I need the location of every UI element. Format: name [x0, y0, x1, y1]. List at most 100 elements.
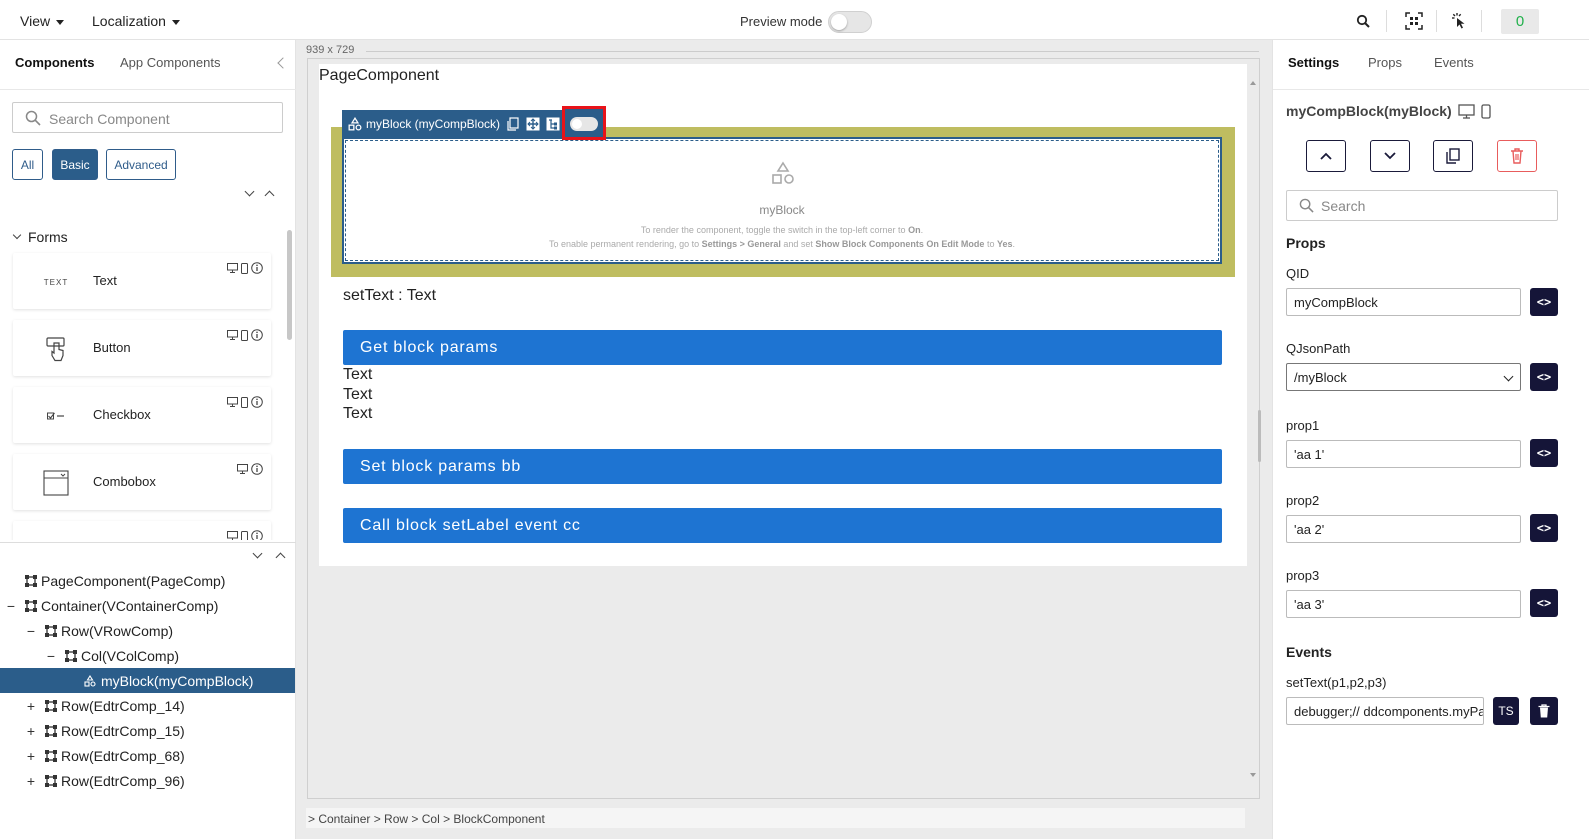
- tree-toggle[interactable]: +: [26, 723, 36, 739]
- ts-button[interactable]: TS: [1493, 697, 1519, 725]
- qr-scan-icon[interactable]: [1405, 12, 1423, 30]
- tree-toggle[interactable]: +: [26, 698, 36, 714]
- tree-node[interactable]: PageComponent(PageComp): [0, 568, 295, 593]
- panel-resize-handle[interactable]: [1258, 410, 1261, 462]
- scrollbar-thumb[interactable]: [287, 230, 292, 340]
- component-card-text[interactable]: TEXT Text: [13, 253, 271, 309]
- render-block-toggle[interactable]: [562, 106, 606, 140]
- tree-expand-all-icon[interactable]: [252, 548, 263, 559]
- component-search-input[interactable]: Search Component: [12, 102, 283, 133]
- text-output: Text: [343, 366, 373, 383]
- qid-input[interactable]: myCompBlock: [1286, 288, 1521, 316]
- prop3-code-button[interactable]: <>: [1530, 589, 1558, 617]
- tree-node[interactable]: + Row(EdtrComp_68): [0, 743, 295, 768]
- tree-toggle[interactable]: −: [26, 623, 36, 639]
- tree-toggle[interactable]: −: [6, 598, 16, 614]
- tree-node[interactable]: − Row(VRowComp): [0, 618, 295, 643]
- tree-node-label: PageComponent(PageComp): [41, 572, 226, 589]
- info-icon[interactable]: [251, 262, 263, 274]
- event-handler-input[interactable]: debugger;// ddcomponents.myPa: [1286, 697, 1484, 725]
- top-bar: View Localization Preview mode 0: [0, 0, 1589, 40]
- info-icon[interactable]: [251, 530, 263, 540]
- filter-all-button[interactable]: All: [12, 149, 43, 180]
- tab-events[interactable]: Events: [1434, 55, 1474, 70]
- get-block-params-button[interactable]: Get block params: [343, 330, 1222, 365]
- hint-strong: Settings > General: [701, 239, 781, 249]
- tab-app-components[interactable]: App Components: [120, 55, 220, 70]
- search-icon[interactable]: [1354, 12, 1372, 30]
- set-block-params-button[interactable]: Set block params bb: [343, 449, 1222, 484]
- caret-down-icon: [56, 19, 65, 25]
- qid-code-button[interactable]: <>: [1530, 288, 1558, 316]
- delete-button[interactable]: [1497, 140, 1537, 172]
- copy-icon[interactable]: [506, 116, 520, 131]
- prop3-input[interactable]: 'aa 3': [1286, 590, 1521, 618]
- collapse-panel-icon[interactable]: [277, 57, 289, 69]
- call-block-setlabel-button[interactable]: Call block setLabel event cc: [343, 508, 1222, 543]
- component-list-scrollbar[interactable]: [287, 225, 292, 540]
- qjsonpath-select[interactable]: /myBlock: [1286, 363, 1521, 391]
- tree-collapse-all-icon[interactable]: [275, 552, 286, 563]
- prop1-input[interactable]: 'aa 1': [1286, 440, 1521, 468]
- ruler-line: [366, 51, 1259, 52]
- tab-components[interactable]: Components: [15, 55, 94, 70]
- page-component-title: PageComponent: [319, 67, 440, 84]
- info-icon[interactable]: [251, 463, 263, 475]
- prop2-code-button[interactable]: <>: [1530, 514, 1558, 542]
- component-card-button[interactable]: Button: [13, 320, 271, 376]
- tab-props[interactable]: Props: [1368, 55, 1402, 70]
- click-pointer-icon[interactable]: [1450, 12, 1468, 30]
- canvas-scrollbar[interactable]: [1250, 79, 1256, 779]
- duplicate-button[interactable]: [1433, 140, 1473, 172]
- info-icon[interactable]: [251, 329, 263, 341]
- localization-menu[interactable]: Localization: [92, 13, 180, 29]
- prop2-input[interactable]: 'aa 2': [1286, 515, 1521, 543]
- component-card-checkbox[interactable]: Checkbox: [13, 387, 271, 443]
- tab-settings[interactable]: Settings: [1288, 55, 1339, 70]
- hint-text: to: [984, 239, 997, 249]
- page-component[interactable]: PageComponent myBlock To render the comp…: [319, 64, 1247, 566]
- move-down-button[interactable]: [1370, 140, 1410, 172]
- prop1-code-button[interactable]: <>: [1530, 439, 1558, 467]
- move-icon[interactable]: [526, 117, 540, 131]
- tree-node[interactable]: − Container(VContainerComp): [0, 593, 295, 618]
- props-search-input[interactable]: Search: [1286, 190, 1558, 221]
- desktop-icon[interactable]: [1458, 103, 1475, 119]
- checkbox-icon: [43, 403, 69, 429]
- toggle-switch[interactable]: [570, 117, 598, 131]
- mobile-icon[interactable]: [1481, 103, 1491, 119]
- delete-event-button[interactable]: [1530, 697, 1558, 725]
- info-icon[interactable]: [251, 396, 263, 408]
- hint-strong: Show Block Components On Edit Mode: [815, 239, 985, 249]
- breadcrumb[interactable]: > Container > Row > Col > BlockComponent: [306, 808, 1245, 828]
- block-name: myBlock: [759, 203, 805, 217]
- right-panel: Settings Props Events myCompBlock(myBloc…: [1272, 40, 1589, 839]
- move-up-button[interactable]: [1306, 140, 1346, 172]
- forms-group-header[interactable]: Forms: [12, 229, 68, 245]
- block-component[interactable]: myBlock To render the component, toggle …: [342, 137, 1222, 264]
- tree-toggle[interactable]: +: [26, 748, 36, 764]
- component-card-combobox[interactable]: Combobox: [13, 454, 271, 510]
- tree-node[interactable]: + Row(EdtrComp_96): [0, 768, 295, 793]
- view-menu[interactable]: View: [20, 13, 65, 29]
- localization-menu-label: Localization: [92, 13, 166, 29]
- platform-icons: [227, 329, 263, 341]
- collapse-all-icon[interactable]: [264, 190, 275, 201]
- filter-advanced-button[interactable]: Advanced: [106, 149, 176, 180]
- tree-node[interactable]: − Col(VColComp): [0, 643, 295, 668]
- toolbar-divider: [1436, 10, 1437, 32]
- tree-node[interactable]: + Row(EdtrComp_15): [0, 718, 295, 743]
- count-badge[interactable]: 0: [1501, 9, 1539, 34]
- filter-basic-button[interactable]: Basic: [52, 149, 98, 180]
- tree-toggle[interactable]: +: [26, 773, 36, 789]
- tree-node-selected[interactable]: myBlock(myCompBlock): [0, 668, 295, 693]
- preview-mode-toggle[interactable]: [828, 11, 872, 33]
- expand-all-icon[interactable]: [244, 186, 255, 197]
- tree-node[interactable]: + Row(EdtrComp_14): [0, 693, 295, 718]
- tree-toggle[interactable]: −: [46, 648, 56, 664]
- qjsonpath-code-button[interactable]: <>: [1530, 363, 1558, 391]
- block-tag-actions: [506, 116, 560, 131]
- component-card-partial[interactable]: [13, 521, 271, 540]
- component-node-icon: [45, 724, 57, 737]
- tree-structure-icon[interactable]: [546, 117, 560, 131]
